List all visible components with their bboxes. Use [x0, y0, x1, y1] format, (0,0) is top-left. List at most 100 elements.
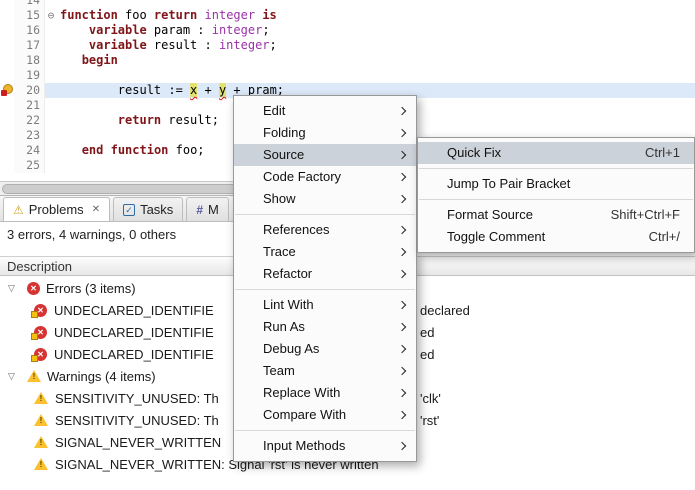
submenu-arrow-icon — [397, 366, 407, 376]
line-number[interactable]: 18 — [14, 53, 45, 68]
menu-item-references[interactable]: References — [234, 219, 416, 241]
tab-problems[interactable]: ⚠ Problems ✕ — [3, 197, 111, 221]
menu-item-quick-fix[interactable]: Quick Fix Ctrl+1 — [418, 142, 694, 164]
annotation-ruler[interactable] — [0, 53, 14, 68]
problem-text: SENSITIVITY_UNUSED: Th — [55, 390, 219, 406]
line-number[interactable]: 16 — [14, 23, 45, 38]
code-line-text[interactable]: function foo return integer is — [57, 8, 695, 23]
code-line-text[interactable]: begin — [57, 53, 695, 68]
menu-item-label: Jump To Pair Bracket — [447, 176, 571, 191]
submenu-arrow-icon — [397, 300, 407, 310]
submenu-arrow-icon — [397, 128, 407, 138]
code-line-text[interactable] — [57, 68, 695, 83]
context-menu: Edit Folding Source Code Factory Show Referen… — [233, 95, 417, 462]
annotation-ruler[interactable] — [0, 113, 14, 128]
menu-separator — [419, 199, 693, 200]
menu-item-trace[interactable]: Trace — [234, 241, 416, 263]
problem-text: UNDECLARED_IDENTIFIE — [54, 324, 214, 340]
editor-line-17[interactable]: 17 variable result : integer; — [0, 38, 695, 53]
annotation-ruler[interactable] — [0, 83, 14, 98]
markers-icon: # — [196, 202, 203, 217]
fold-marker-icon — [45, 38, 57, 53]
editor-line-19[interactable]: 19 — [0, 68, 695, 83]
code-line-text[interactable] — [57, 0, 695, 8]
menu-item-replace-with[interactable]: Replace With — [234, 382, 416, 404]
menu-item-toggle-comment[interactable]: Toggle Comment Ctrl+/ — [418, 226, 694, 248]
annotation-ruler[interactable] — [0, 143, 14, 158]
annotation-ruler[interactable] — [0, 38, 14, 53]
line-number[interactable]: 21 — [14, 98, 45, 113]
menu-item-refactor[interactable]: Refactor — [234, 263, 416, 285]
fold-marker-icon — [45, 68, 57, 83]
submenu-arrow-icon — [397, 410, 407, 420]
menu-item-format-source[interactable]: Format Source Shift+Ctrl+F — [418, 204, 694, 226]
problems-summary: 3 errors, 4 warnings, 0 others — [7, 227, 177, 242]
menu-item-source[interactable]: Source — [234, 144, 416, 166]
annotation-ruler[interactable] — [0, 68, 14, 83]
menu-shortcut: Ctrl+1 — [644, 145, 680, 160]
close-tab-icon[interactable]: ✕ — [92, 204, 100, 215]
menu-shortcut: Ctrl+/ — [648, 229, 680, 244]
menu-item-team[interactable]: Team — [234, 360, 416, 382]
editor-line-18[interactable]: 18 begin — [0, 53, 695, 68]
annotation-ruler[interactable] — [0, 0, 14, 8]
editor-line-15[interactable]: 15 ⊖ function foo return integer is — [0, 8, 695, 23]
line-number[interactable]: 25 — [14, 158, 45, 173]
menu-item-label: Replace With — [263, 385, 341, 400]
warning-icon: ! — [34, 414, 48, 426]
fold-marker-icon — [45, 0, 57, 8]
tab-tasks[interactable]: ✓ Tasks — [113, 197, 184, 221]
line-number[interactable]: 15 — [14, 8, 45, 23]
submenu-arrow-icon — [397, 106, 407, 116]
line-number[interactable]: 22 — [14, 113, 45, 128]
menu-item-jump-to-pair-bracket[interactable]: Jump To Pair Bracket — [418, 173, 694, 195]
menu-item-edit[interactable]: Edit — [234, 100, 416, 122]
menu-item-code-factory[interactable]: Code Factory — [234, 166, 416, 188]
menu-item-lint-with[interactable]: Lint With — [234, 294, 416, 316]
error-quickfix-icon[interactable] — [1, 83, 13, 96]
editor-line-14[interactable]: 14 — [0, 0, 695, 8]
menu-item-label: Folding — [263, 125, 306, 140]
line-number[interactable]: 19 — [14, 68, 45, 83]
expand-arrow-icon[interactable]: ▽ — [8, 283, 21, 294]
submenu-arrow-icon — [397, 172, 407, 182]
line-number[interactable]: 14 — [14, 0, 45, 8]
line-number[interactable]: 24 — [14, 143, 45, 158]
fold-marker-icon[interactable]: ⊖ — [45, 8, 57, 23]
menu-item-debug-as[interactable]: Debug As — [234, 338, 416, 360]
fold-marker-icon — [45, 53, 57, 68]
menu-item-label: Source — [263, 147, 305, 162]
fold-marker-icon — [45, 113, 57, 128]
problem-text-continuation: declared — [420, 302, 470, 318]
fold-marker-icon — [45, 83, 57, 98]
annotation-ruler[interactable] — [0, 8, 14, 23]
warning-icon: ! — [27, 370, 41, 382]
menu-item-run-as[interactable]: Run As — [234, 316, 416, 338]
submenu-arrow-icon — [397, 441, 407, 451]
fold-marker-icon — [45, 128, 57, 143]
code-line-text[interactable]: variable result : integer; — [57, 38, 695, 53]
menu-item-compare-with[interactable]: Compare With — [234, 404, 416, 426]
menu-item-label: Lint With — [263, 297, 314, 312]
problem-text: Warnings (4 items) — [47, 368, 156, 384]
tab-markers-label: M — [208, 202, 219, 217]
menu-item-label: Show — [263, 191, 296, 206]
menu-item-label: Compare With — [263, 407, 347, 422]
annotation-ruler[interactable] — [0, 23, 14, 38]
annotation-ruler[interactable] — [0, 158, 14, 173]
problems-icon: ⚠ — [13, 202, 24, 217]
menu-item-input-methods[interactable]: Input Methods — [234, 435, 416, 457]
line-number[interactable]: 20 — [14, 83, 45, 98]
menu-item-folding[interactable]: Folding — [234, 122, 416, 144]
code-line-text[interactable]: variable param : integer; — [57, 23, 695, 38]
menu-item-show[interactable]: Show — [234, 188, 416, 210]
tab-markers[interactable]: # M — [186, 197, 229, 221]
error-icon: ✕ — [31, 303, 47, 318]
problem-text-continuation: 'rst' — [420, 412, 440, 428]
expand-arrow-icon[interactable]: ▽ — [8, 371, 21, 382]
annotation-ruler[interactable] — [0, 128, 14, 143]
annotation-ruler[interactable] — [0, 98, 14, 113]
line-number[interactable]: 17 — [14, 38, 45, 53]
editor-line-16[interactable]: 16 variable param : integer; — [0, 23, 695, 38]
line-number[interactable]: 23 — [14, 128, 45, 143]
